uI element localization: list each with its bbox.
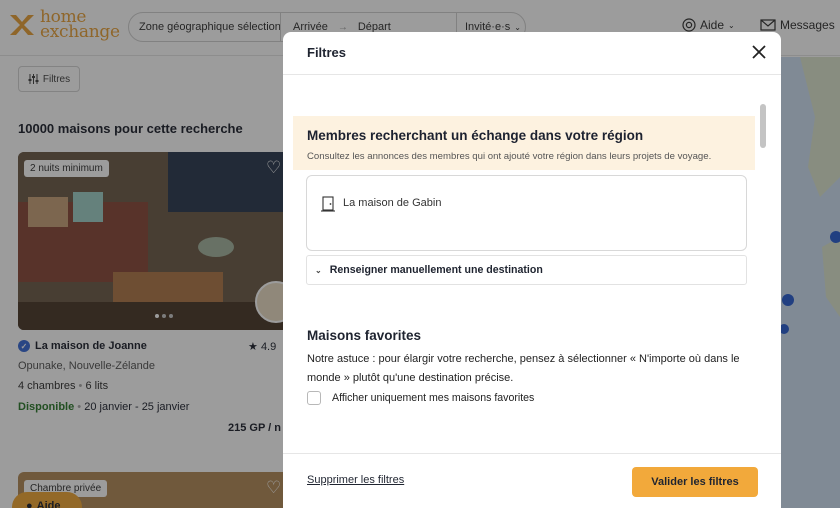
region-section-header: Membres recherchant un échange dans votr… — [293, 116, 755, 170]
modal-header: Filtres — [283, 32, 781, 75]
scrollbar-track[interactable] — [760, 102, 766, 454]
manual-destination-toggle[interactable]: ⌄ Renseigner manuellement une destinatio… — [306, 255, 747, 285]
modal-footer: Supprimer les filtres Valider les filtre… — [283, 453, 781, 508]
clear-filters-link[interactable]: Supprimer les filtres — [307, 474, 404, 486]
favorites-only-option[interactable]: Afficher uniquement mes maisons favorite… — [307, 391, 534, 405]
region-section-subtitle: Consultez les annonces des membres qui o… — [307, 151, 712, 162]
manual-destination-label: Renseigner manuellement une destination — [329, 264, 543, 276]
favorites-only-checkbox[interactable] — [307, 391, 321, 405]
close-button[interactable] — [747, 40, 771, 64]
region-section-title: Membres recherchant un échange dans votr… — [307, 128, 644, 143]
favorites-section-title: Maisons favorites — [307, 328, 422, 343]
filters-modal: Filtres Membres recherchant un échange d… — [283, 32, 781, 508]
favorites-only-label: Afficher uniquement mes maisons favorite… — [332, 392, 535, 404]
chevron-down-icon: ⌄ — [315, 265, 322, 275]
house-name: La maison de Gabin — [343, 197, 442, 209]
scrollbar-thumb[interactable] — [760, 104, 766, 148]
close-icon — [752, 45, 766, 59]
favorites-tip: Notre astuce : pour élargir votre recher… — [307, 353, 740, 384]
member-house-card[interactable]: La maison de Gabin — [306, 175, 747, 251]
modal-title: Filtres — [307, 45, 347, 60]
door-icon — [321, 196, 335, 212]
apply-filters-button[interactable]: Valider les filtres — [632, 467, 758, 497]
